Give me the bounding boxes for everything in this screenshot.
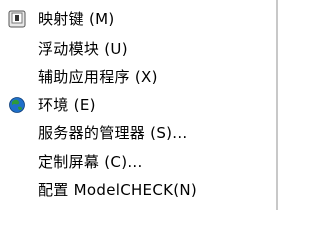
keyboard-key-icon [6,6,28,32]
menu-item-label: 定制屏幕 (C)... [38,153,143,171]
menu-item-configure-modelcheck[interactable]: 配置 ModelCHECK(N) [0,177,276,203]
menu-item-floating-module[interactable]: 浮动模块 (U) [0,36,276,62]
menu-item-environment[interactable]: 环境 (E) [0,92,276,118]
menu-item-label: 配置 ModelCHECK(N) [38,181,198,199]
menu-item-label: 映射键 (M) [38,10,115,28]
menu-item-label: 环境 (E) [38,96,96,114]
menu-item-map-keys[interactable]: 映射键 (M) [0,6,276,32]
menu-item-server-manager[interactable]: 服务器的管理器 (S)... [0,120,276,146]
menu-item-customize-screen[interactable]: 定制屏幕 (C)... [0,149,276,175]
menu-item-label: 服务器的管理器 (S)... [38,124,188,142]
globe-icon [6,92,28,118]
menu-item-label: 辅助应用程序 (X) [38,68,158,86]
menu-item-partially-visible [0,204,276,210]
context-menu: 映射键 (M) 浮动模块 (U) 辅助应用程序 (X) 环境 (E) 服务器的管… [0,0,278,210]
menu-item-auxiliary-applications[interactable]: 辅助应用程序 (X) [0,64,276,90]
menu-item-label: 浮动模块 (U) [38,40,128,58]
partial-icon [8,204,26,210]
